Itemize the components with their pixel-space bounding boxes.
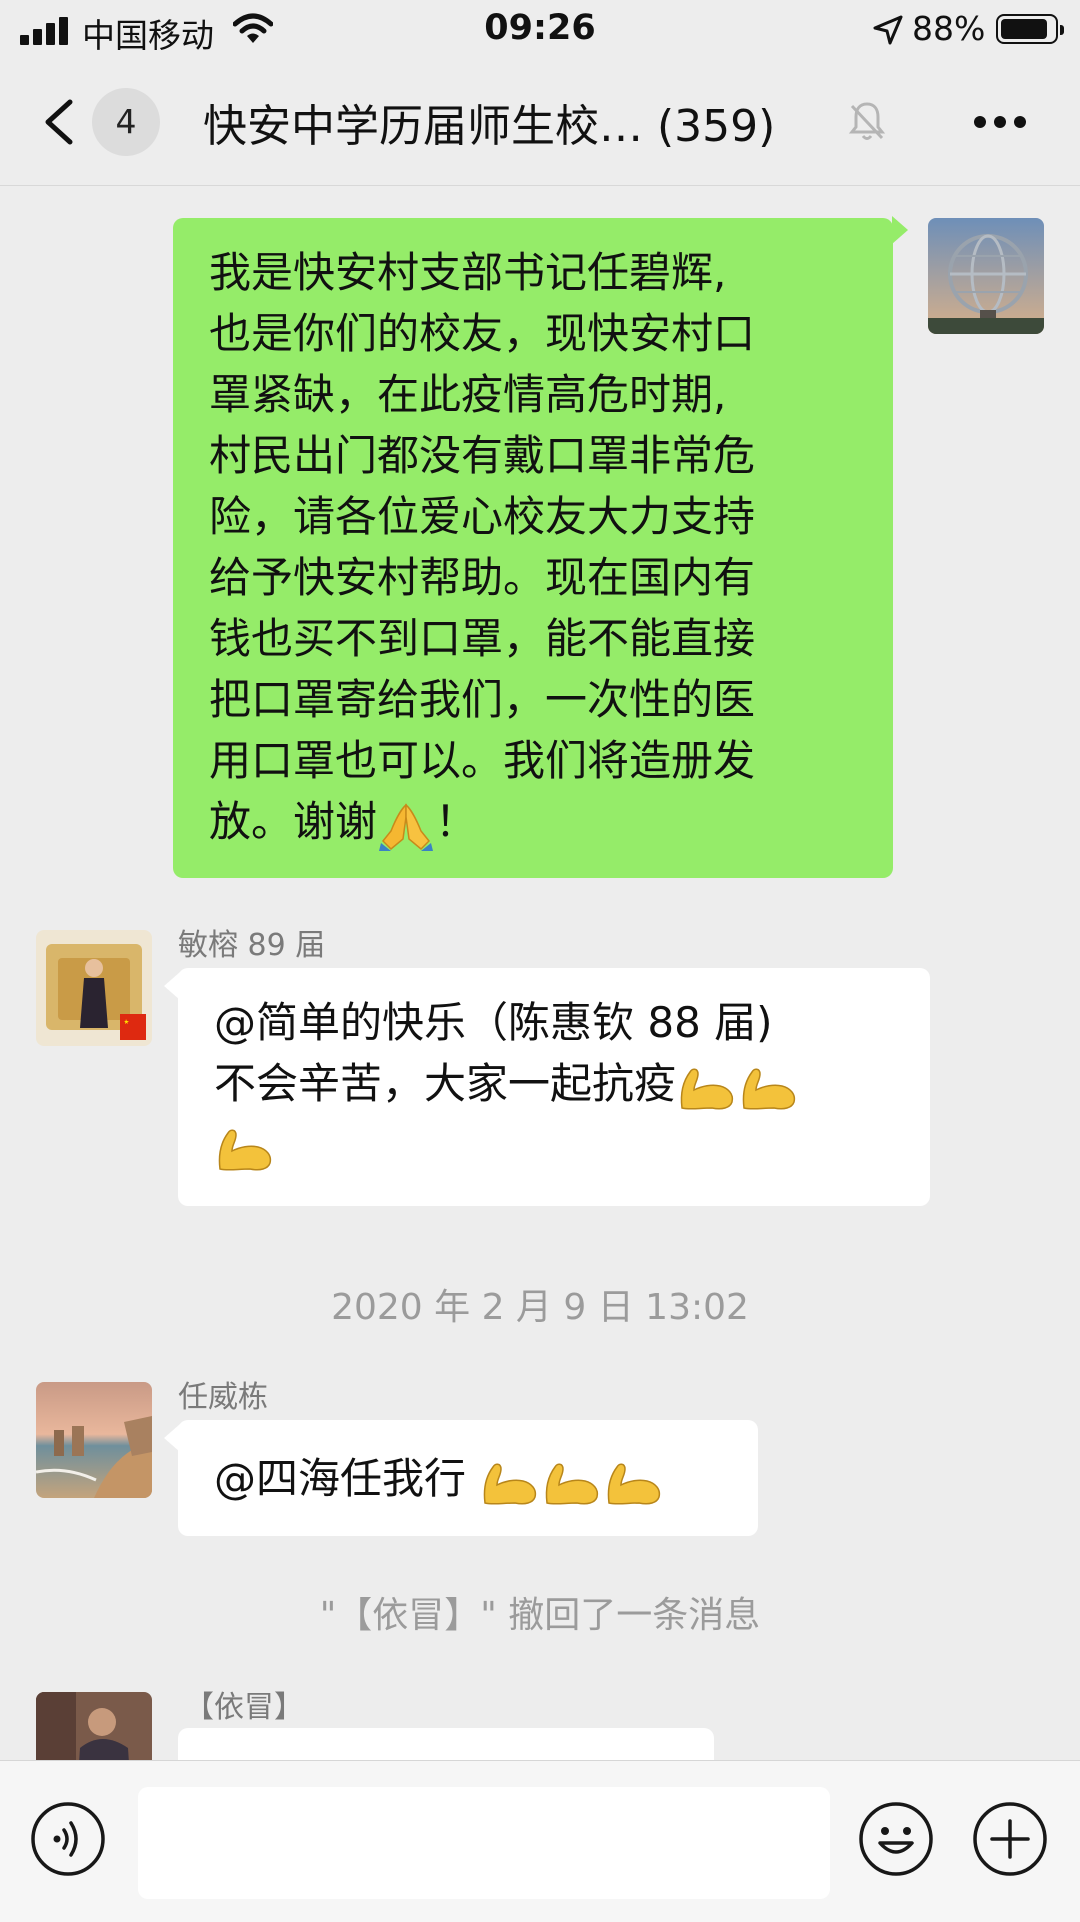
flexed-biceps-emoji [218, 1129, 272, 1171]
recall-notice: "【依冒】" 撤回了一条消息 [319, 1595, 761, 1636]
flexed-biceps-emoji [546, 1463, 599, 1505]
message-line: 也是你们的校友，现快安村口 [209, 309, 756, 358]
message-bubble-received[interactable] [178, 1728, 714, 1760]
message-line: @简单的快乐（陈惠钦 88 届) [214, 998, 773, 1047]
sender-name: 【依冒】 [184, 1690, 304, 1725]
message-line: 罩紧缺，在此疫情高危时期, [209, 370, 727, 419]
message-line: @四海任我行 [214, 1448, 722, 1509]
message-bubble-received[interactable]: @四海任我行 [178, 1420, 758, 1536]
message-line [214, 1114, 894, 1175]
voice-icon[interactable] [30, 1801, 106, 1877]
flexed-biceps-emoji [680, 1068, 734, 1110]
message-line: 村民出门都没有戴口罩非常危 [209, 431, 756, 480]
message-line: 给予快安村帮助。现在国内有 [209, 553, 756, 602]
back-icon[interactable] [40, 98, 80, 146]
message-input[interactable] [138, 1787, 830, 1899]
emoji-icon[interactable] [858, 1801, 934, 1877]
flexed-biceps-emoji [742, 1068, 796, 1110]
flexed-biceps-emoji [608, 1463, 661, 1505]
mute-bell-icon [848, 102, 886, 140]
message-list[interactable]: 我是快安村支部书记任碧辉, 也是你们的校友，现快安村口 罩紧缺，在此疫情高危时期… [0, 186, 1080, 1760]
battery-icon [996, 14, 1064, 44]
more-icon[interactable] [970, 112, 1030, 132]
status-bar: 中国移动 09:26 88% [0, 0, 1080, 60]
input-bar [0, 1760, 1080, 1922]
message-line: 险，请各位爱心校友大力支持 [209, 492, 756, 541]
folded-hands-emoji [379, 802, 434, 851]
message-line-last: 放。谢谢 ！ [209, 791, 857, 852]
chat-header: 4 快安中学历届师生校… (359) [0, 60, 1080, 186]
unread-count-badge[interactable]: 4 [92, 88, 160, 156]
location-arrow-icon [873, 15, 903, 45]
coastal-cliffs-avatar[interactable] [36, 1382, 152, 1498]
woman-on-throne-avatar[interactable] [36, 930, 152, 1046]
message-line: 钱也买不到口罩，能不能直接 [209, 614, 756, 663]
message-line: 不会辛苦，大家一起抗疫 [214, 1053, 894, 1114]
message-line: 把口罩寄给我们，一次性的医 [209, 675, 756, 724]
bubble-tail [892, 216, 908, 244]
sender-name: 敏榕 89 届 [178, 928, 326, 963]
battery-percent: 88% [912, 9, 986, 48]
message-line: 用口罩也可以。我们将造册发 [209, 736, 756, 785]
message-bubble-received[interactable]: @简单的快乐（陈惠钦 88 届) 不会辛苦，大家一起抗疫 [178, 968, 930, 1206]
message-line: 我是快安村支部书记任碧辉, [209, 248, 727, 297]
man-portrait-avatar[interactable] [36, 1692, 152, 1760]
flexed-biceps-emoji [484, 1463, 537, 1505]
message-bubble-sent[interactable]: 我是快安村支部书记任碧辉, 也是你们的校友，现快安村口 罩紧缺，在此疫情高危时期… [173, 218, 893, 878]
globe-sculpture-avatar[interactable] [928, 218, 1044, 334]
plus-icon[interactable] [972, 1801, 1048, 1877]
message-timestamp: 2020 年 2 月 9 日 13:02 [331, 1287, 749, 1328]
sender-name: 任威栋 [178, 1380, 268, 1415]
chat-title: 快安中学历届师生校… (359) [203, 101, 776, 152]
